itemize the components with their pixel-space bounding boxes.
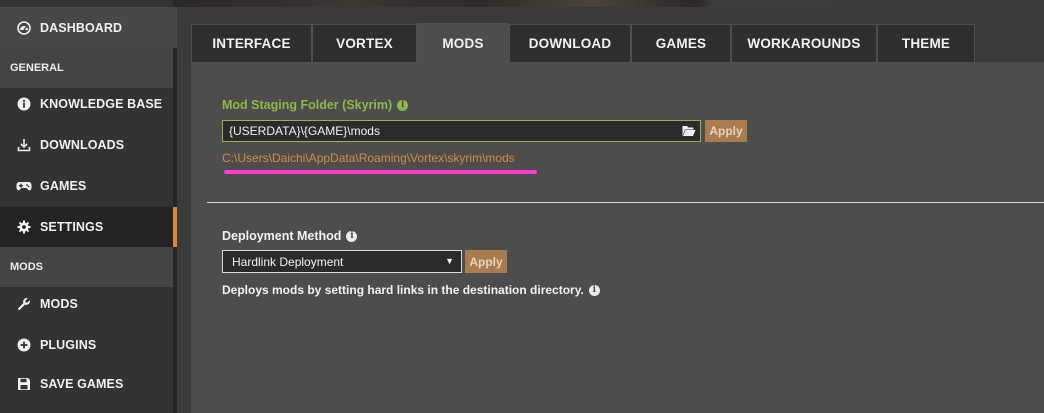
settings-panel: INTERFACE VORTEX MODS DOWNLOAD GAMES WOR…: [191, 23, 1044, 413]
info-icon[interactable]: i: [346, 230, 358, 242]
tab-workarounds[interactable]: WORKAROUNDS: [731, 24, 877, 62]
tab-mods[interactable]: MODS: [417, 23, 509, 63]
plus-circle-icon: [16, 337, 32, 353]
deployment-apply-button[interactable]: Apply: [465, 250, 507, 273]
deployment-method-select[interactable]: Hardlink Deployment ▼: [222, 250, 462, 273]
info-icon[interactable]: i: [397, 99, 409, 111]
tab-download[interactable]: DOWNLOAD: [509, 24, 631, 62]
header-banner: [177, 0, 1044, 7]
sidebar-item-settings[interactable]: SETTINGS: [0, 207, 177, 247]
path-highlight-underline: [224, 170, 537, 174]
sidebar-item-label: SAVE GAMES: [40, 377, 124, 391]
sidebar-item-dashboard[interactable]: DASHBOARD: [0, 7, 177, 48]
sidebar-item-save-games[interactable]: SAVE GAMES: [0, 364, 177, 404]
sidebar-item-label: SETTINGS: [40, 220, 104, 234]
deployment-description: Deploys mods by setting hard links in th…: [222, 283, 600, 297]
sidebar-item-mods[interactable]: MODS: [0, 284, 177, 324]
section-divider: [207, 202, 1044, 203]
sidebar: DASHBOARD GENERAL KNOWLEDGE BASE DOWNLOA…: [0, 0, 177, 413]
staging-folder-input[interactable]: {USERDATA}\{GAME}\mods: [222, 120, 701, 142]
dashboard-icon: [16, 20, 32, 36]
gear-icon: [16, 219, 32, 235]
folder-open-icon[interactable]: [681, 123, 697, 139]
settings-tabbar: INTERFACE VORTEX MODS DOWNLOAD GAMES WOR…: [191, 23, 1044, 63]
deployment-method-label: Deployment Method i: [222, 229, 358, 243]
info-icon[interactable]: i: [588, 284, 600, 296]
caret-down-icon: ▼: [445, 256, 454, 266]
panel-bottom-edge: [207, 326, 1044, 327]
staging-apply-button[interactable]: Apply: [705, 120, 747, 142]
wrench-icon: [16, 296, 32, 312]
sidebar-section-general: GENERAL: [0, 48, 173, 88]
sidebar-item-downloads[interactable]: DOWNLOADS: [0, 125, 177, 165]
sidebar-section-mods: MODS: [0, 247, 173, 287]
sidebar-item-label: KNOWLEDGE BASE: [40, 97, 163, 111]
floppy-icon: [16, 376, 32, 392]
tab-theme[interactable]: THEME: [877, 24, 975, 62]
sidebar-item-knowledge-base[interactable]: KNOWLEDGE BASE: [0, 84, 177, 124]
tab-games[interactable]: GAMES: [631, 24, 731, 62]
sidebar-item-label: MODS: [40, 297, 78, 311]
tab-interface[interactable]: INTERFACE: [191, 24, 312, 62]
sidebar-item-plugins[interactable]: PLUGINS: [0, 325, 177, 365]
staging-folder-label: Mod Staging Folder (Skyrim) i: [222, 98, 409, 112]
sidebar-item-label: DOWNLOADS: [40, 138, 125, 152]
sidebar-item-games[interactable]: GAMES: [0, 166, 177, 206]
sidebar-item-label: GAMES: [40, 179, 87, 193]
gamepad-icon: [16, 178, 32, 194]
sidebar-item-label: PLUGINS: [40, 338, 97, 352]
resolved-path-text: C:\Users\Daichi\AppData\Roaming\Vortex\s…: [222, 151, 515, 165]
info-icon: [16, 96, 32, 112]
download-icon: [16, 137, 32, 153]
sidebar-item-label: DASHBOARD: [40, 20, 123, 35]
tab-vortex[interactable]: VORTEX: [312, 24, 417, 62]
